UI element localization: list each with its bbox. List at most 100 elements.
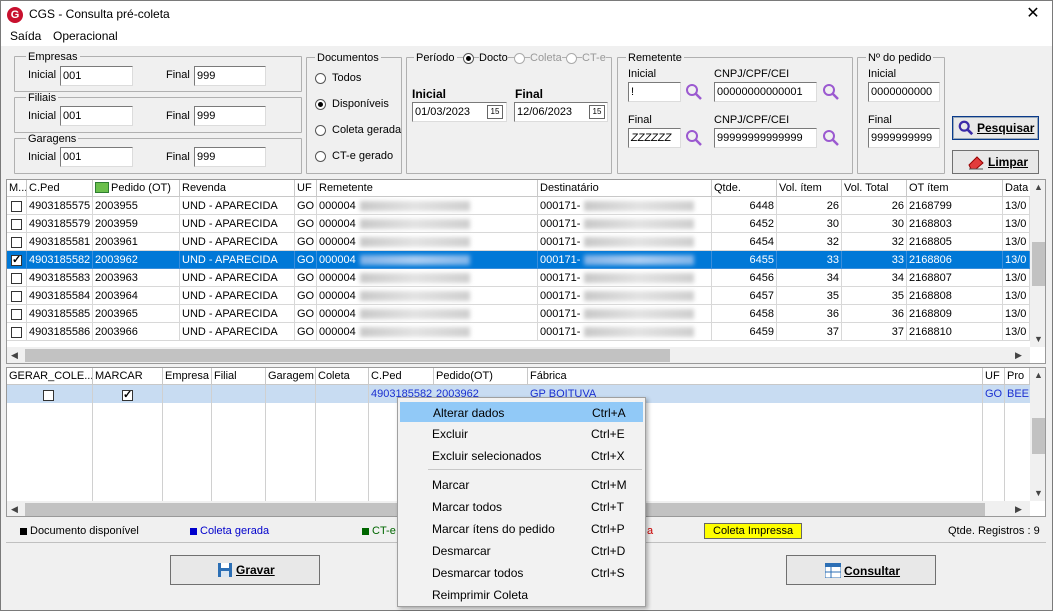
grid-header-marca[interactable]: M... [7,180,27,197]
grid-header-vol-item[interactable]: Vol. ítem [777,180,842,197]
grid-header-uf[interactable]: UF [295,180,317,197]
radio-cte[interactable] [566,53,577,64]
bottom-grid-vscroll[interactable]: ▲ ▼ [1030,368,1045,501]
context-menu-item[interactable]: Reimprimir Coleta [400,585,643,605]
scroll-right-icon[interactable]: ▶ [1015,504,1022,515]
filiais-final-input[interactable]: 999 [194,106,266,126]
pesquisar-button[interactable]: Pesquisar [952,116,1039,140]
remetente-cnpj-final-input[interactable]: 99999999999999 [714,128,817,148]
radio-cte-gerado[interactable] [315,151,326,162]
row-checkbox[interactable] [7,323,27,341]
checkbox-box[interactable] [11,218,22,230]
radio-docto[interactable] [463,53,474,64]
grid2-header-pro[interactable]: Pro [1005,368,1030,385]
table-row[interactable]: 4903185575 2003955 UND - APARECIDA GO 000004… [7,197,1030,215]
marcar-checkbox[interactable] [122,388,133,402]
checkbox-box[interactable] [11,253,22,266]
empresas-final-input[interactable]: 999 [194,66,266,86]
grid2-header-filial[interactable]: Filial [212,368,266,385]
search-icon[interactable] [822,83,840,101]
radio-coleta-gerada[interactable] [315,125,326,136]
row-checkbox[interactable] [7,269,27,287]
row-checkbox[interactable] [7,197,27,215]
scroll-up-icon[interactable]: ▲ [1034,182,1043,192]
context-menu-item[interactable]: Desmarcar todos Ctrl+S [400,563,643,583]
row-checkbox[interactable] [7,233,27,251]
row-checkbox[interactable] [7,305,27,323]
context-menu-item[interactable]: Marcar Ctrl+M [400,475,643,495]
empresas-inicial-input[interactable]: 001 [60,66,133,86]
checkbox-box[interactable] [11,236,22,248]
grid2-header-coleta[interactable]: Coleta [316,368,369,385]
menu-saida[interactable]: Saída [10,29,41,43]
radio-disponiveis[interactable] [315,99,326,110]
grid2-header-cped[interactable]: C.Ped [369,368,434,385]
pedido-inicial-input[interactable]: 0000000000 [868,82,940,102]
checkbox-box[interactable] [11,326,22,338]
close-icon[interactable]: ✕ [1021,4,1045,24]
table-row[interactable]: 4903185585 2003965 UND - APARECIDA GO 000004… [7,305,1030,323]
grid-header-destinatario[interactable]: Destinatário [538,180,712,197]
grid2-header-empresa[interactable]: Empresa [163,368,212,385]
checkbox-box[interactable] [11,272,22,284]
grid-header-revenda[interactable]: Revenda [180,180,295,197]
context-menu-item[interactable]: Excluir Ctrl+E [400,424,643,444]
grid2-header-pedido[interactable]: Pedido(OT) [434,368,528,385]
context-menu-item[interactable]: Marcar todos Ctrl+T [400,497,643,517]
row-checkbox[interactable] [7,251,27,269]
filiais-inicial-input[interactable]: 001 [60,106,133,126]
garagens-final-input[interactable]: 999 [194,147,266,167]
gerar-coleta-checkbox[interactable] [43,388,54,402]
remetente-inicial-input[interactable]: ! [628,82,681,102]
limpar-button[interactable]: Limpar [952,150,1039,174]
calendar-icon[interactable]: 15 [589,105,605,119]
grid-header-cped[interactable]: C.Ped [27,180,93,197]
context-menu-item[interactable]: Marcar ítens do pedido Ctrl+P [400,519,643,539]
checkbox-box[interactable] [122,388,133,402]
scroll-right-icon[interactable]: ▶ [1015,350,1022,361]
scroll-thumb[interactable] [1032,242,1045,286]
radio-coleta[interactable] [514,53,525,64]
table-row[interactable]: 4903185581 2003961 UND - APARECIDA GO 000004… [7,233,1030,251]
table-row[interactable]: 4903185582 2003962 UND - APARECIDA GO 000004… [7,251,1030,269]
context-menu-item[interactable]: Desmarcar Ctrl+D [400,541,643,561]
table-row[interactable]: 4903185584 2003964 UND - APARECIDA GO 000004… [7,287,1030,305]
row-checkbox[interactable] [7,287,27,305]
row-checkbox[interactable] [7,215,27,233]
remetente-cnpj-inicial-input[interactable]: 00000000000001 [714,82,817,102]
menu-operacional[interactable]: Operacional [53,29,118,43]
scroll-left-icon[interactable]: ◀ [11,350,18,361]
grid-header-ot-item[interactable]: OT ítem [907,180,1003,197]
checkbox-box[interactable] [11,290,22,302]
checkbox-box[interactable] [11,308,22,320]
garagens-inicial-input[interactable]: 001 [60,147,133,167]
context-menu-item[interactable]: Excluir selecionados Ctrl+X [400,446,643,466]
grid-header-data[interactable]: Data [1003,180,1033,197]
context-menu-item[interactable]: Alterar dados Ctrl+A [400,402,643,422]
grid2-header-garagem[interactable]: Garagem [266,368,316,385]
radio-todos[interactable] [315,73,326,84]
grid2-header-fabrica[interactable]: Fábrica [528,368,983,385]
scroll-thumb[interactable] [1032,418,1045,454]
calendar-icon[interactable]: 15 [487,105,503,119]
consultar-button[interactable]: Consultar [786,555,936,585]
scroll-left-icon[interactable]: ◀ [11,504,18,515]
search-icon[interactable] [685,83,703,101]
grid2-header-uf[interactable]: UF [983,368,1005,385]
grid-header-qtde[interactable]: Qtde. [712,180,777,197]
gravar-button[interactable]: Gravar [170,555,320,585]
grid2-header-gerar[interactable]: GERAR_COLE... [7,368,93,385]
top-grid-vscroll[interactable]: ▲ ▼ [1030,180,1045,347]
scroll-up-icon[interactable]: ▲ [1034,370,1043,380]
table-row[interactable]: 4903185579 2003959 UND - APARECIDA GO 000004… [7,215,1030,233]
search-icon[interactable] [822,129,840,147]
remetente-final-input[interactable]: ZZZZZZ [628,128,681,148]
table-row[interactable]: 4903185583 2003963 UND - APARECIDA GO 000004… [7,269,1030,287]
checkbox-box[interactable] [43,390,54,402]
grid2-header-marcar[interactable]: MARCAR [93,368,163,385]
top-grid-hscroll[interactable]: ◀ ▶ [7,347,1030,363]
documents-grid[interactable]: M... C.Ped Pedido (OT) Revenda UF Remete… [6,179,1046,364]
scroll-thumb[interactable] [25,349,670,362]
pedido-final-input[interactable]: 9999999999 [868,128,940,148]
table-row[interactable]: 4903185586 2003966 UND - APARECIDA GO 000004… [7,323,1030,341]
